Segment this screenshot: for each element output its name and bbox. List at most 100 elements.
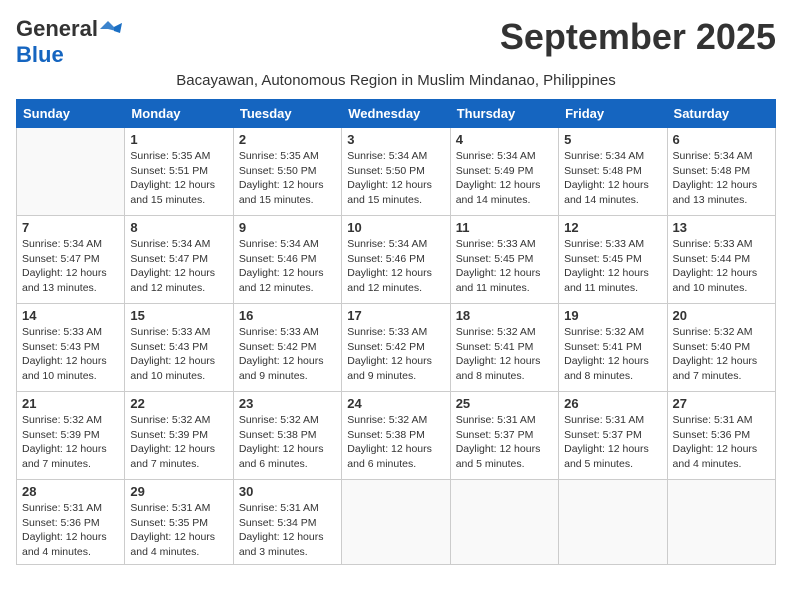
calendar-cell: 14 Sunrise: 5:33 AM Sunset: 5:43 PM Dayli… — [17, 304, 125, 392]
calendar-cell: 28 Sunrise: 5:31 AM Sunset: 5:36 PM Dayli… — [17, 480, 125, 565]
day-info: Sunrise: 5:32 AM Sunset: 5:40 PM Dayligh… — [673, 325, 770, 384]
calendar-cell: 8 Sunrise: 5:34 AM Sunset: 5:47 PM Daylig… — [125, 216, 233, 304]
day-number: 4 — [456, 132, 553, 147]
day-number: 10 — [347, 220, 444, 235]
calendar-cell: 24 Sunrise: 5:32 AM Sunset: 5:38 PM Dayli… — [342, 392, 450, 480]
logo-bird-icon — [100, 21, 122, 37]
day-number: 24 — [347, 396, 444, 411]
day-info: Sunrise: 5:31 AM Sunset: 5:35 PM Dayligh… — [130, 501, 227, 560]
day-number: 3 — [347, 132, 444, 147]
day-info: Sunrise: 5:31 AM Sunset: 5:36 PM Dayligh… — [22, 501, 119, 560]
day-number: 13 — [673, 220, 770, 235]
day-number: 12 — [564, 220, 661, 235]
day-info: Sunrise: 5:33 AM Sunset: 5:45 PM Dayligh… — [456, 237, 553, 296]
day-info: Sunrise: 5:31 AM Sunset: 5:36 PM Dayligh… — [673, 413, 770, 472]
day-info: Sunrise: 5:32 AM Sunset: 5:38 PM Dayligh… — [239, 413, 336, 472]
day-info: Sunrise: 5:34 AM Sunset: 5:47 PM Dayligh… — [130, 237, 227, 296]
day-info: Sunrise: 5:33 AM Sunset: 5:43 PM Dayligh… — [22, 325, 119, 384]
calendar-cell: 3 Sunrise: 5:34 AM Sunset: 5:50 PM Daylig… — [342, 128, 450, 216]
column-header-thursday: Thursday — [450, 100, 558, 128]
day-number: 28 — [22, 484, 119, 499]
column-header-monday: Monday — [125, 100, 233, 128]
day-number: 25 — [456, 396, 553, 411]
day-number: 18 — [456, 308, 553, 323]
day-info: Sunrise: 5:34 AM Sunset: 5:46 PM Dayligh… — [347, 237, 444, 296]
day-number: 30 — [239, 484, 336, 499]
calendar-cell: 23 Sunrise: 5:32 AM Sunset: 5:38 PM Dayli… — [233, 392, 341, 480]
calendar-cell — [667, 480, 775, 565]
calendar-cell: 29 Sunrise: 5:31 AM Sunset: 5:35 PM Dayli… — [125, 480, 233, 565]
day-number: 1 — [130, 132, 227, 147]
day-info: Sunrise: 5:34 AM Sunset: 5:46 PM Dayligh… — [239, 237, 336, 296]
day-info: Sunrise: 5:32 AM Sunset: 5:39 PM Dayligh… — [130, 413, 227, 472]
day-number: 7 — [22, 220, 119, 235]
calendar-cell: 26Sunrise: 5:31 AM Sunset: 5:37 PM Dayli… — [559, 392, 667, 480]
calendar-cell — [559, 480, 667, 565]
day-number: 17 — [347, 308, 444, 323]
day-info: Sunrise: 5:34 AM Sunset: 5:48 PM Dayligh… — [673, 149, 770, 208]
column-header-wednesday: Wednesday — [342, 100, 450, 128]
day-info: Sunrise: 5:32 AM Sunset: 5:38 PM Dayligh… — [347, 413, 444, 472]
month-title: September 2025 — [500, 16, 776, 58]
day-info: Sunrise: 5:34 AM Sunset: 5:49 PM Dayligh… — [456, 149, 553, 208]
day-info: Sunrise: 5:31 AM Sunset: 5:37 PM Dayligh… — [456, 413, 553, 472]
logo-general: General — [16, 16, 98, 42]
day-info: Sunrise: 5:33 AM Sunset: 5:42 PM Dayligh… — [239, 325, 336, 384]
day-number: 15 — [130, 308, 227, 323]
calendar-cell: 18 Sunrise: 5:32 AM Sunset: 5:41 PM Dayli… — [450, 304, 558, 392]
day-info: Sunrise: 5:32 AM Sunset: 5:41 PM Dayligh… — [564, 325, 661, 384]
logo: General Blue — [16, 16, 122, 68]
column-header-saturday: Saturday — [667, 100, 775, 128]
day-number: 2 — [239, 132, 336, 147]
calendar-cell: 27 Sunrise: 5:31 AM Sunset: 5:36 PM Dayli… — [667, 392, 775, 480]
day-number: 20 — [673, 308, 770, 323]
day-info: Sunrise: 5:33 AM Sunset: 5:42 PM Dayligh… — [347, 325, 444, 384]
calendar-cell: 11 Sunrise: 5:33 AM Sunset: 5:45 PM Dayli… — [450, 216, 558, 304]
day-info: Sunrise: 5:33 AM Sunset: 5:45 PM Dayligh… — [564, 237, 661, 296]
calendar-cell: 22 Sunrise: 5:32 AM Sunset: 5:39 PM Dayli… — [125, 392, 233, 480]
day-number: 29 — [130, 484, 227, 499]
day-number: 5 — [564, 132, 661, 147]
day-number: 27 — [673, 396, 770, 411]
calendar-cell: 13 Sunrise: 5:33 AM Sunset: 5:44 PM Dayli… — [667, 216, 775, 304]
day-info: Sunrise: 5:31 AM Sunset: 5:37 PM Dayligh… — [564, 413, 661, 472]
day-info: Sunrise: 5:33 AM Sunset: 5:44 PM Dayligh… — [673, 237, 770, 296]
day-info: Sunrise: 5:33 AM Sunset: 5:43 PM Dayligh… — [130, 325, 227, 384]
calendar-cell — [342, 480, 450, 565]
day-info: Sunrise: 5:32 AM Sunset: 5:41 PM Dayligh… — [456, 325, 553, 384]
calendar-cell: 10 Sunrise: 5:34 AM Sunset: 5:46 PM Dayli… — [342, 216, 450, 304]
day-number: 11 — [456, 220, 553, 235]
day-info: Sunrise: 5:34 AM Sunset: 5:50 PM Dayligh… — [347, 149, 444, 208]
day-number: 23 — [239, 396, 336, 411]
day-number: 8 — [130, 220, 227, 235]
calendar-cell: 4 Sunrise: 5:34 AM Sunset: 5:49 PM Daylig… — [450, 128, 558, 216]
day-info: Sunrise: 5:34 AM Sunset: 5:48 PM Dayligh… — [564, 149, 661, 208]
day-number: 6 — [673, 132, 770, 147]
calendar-cell: 15 Sunrise: 5:33 AM Sunset: 5:43 PM Dayli… — [125, 304, 233, 392]
day-info: Sunrise: 5:35 AM Sunset: 5:51 PM Dayligh… — [130, 149, 227, 208]
column-header-friday: Friday — [559, 100, 667, 128]
calendar-cell: 5 Sunrise: 5:34 AM Sunset: 5:48 PM Daylig… — [559, 128, 667, 216]
calendar-cell — [450, 480, 558, 565]
calendar-cell: 19 Sunrise: 5:32 AM Sunset: 5:41 PM Dayli… — [559, 304, 667, 392]
day-info: Sunrise: 5:31 AM Sunset: 5:34 PM Dayligh… — [239, 501, 336, 560]
calendar-cell: 9 Sunrise: 5:34 AM Sunset: 5:46 PM Daylig… — [233, 216, 341, 304]
day-info: Sunrise: 5:34 AM Sunset: 5:47 PM Dayligh… — [22, 237, 119, 296]
calendar-cell: 12 Sunrise: 5:33 AM Sunset: 5:45 PM Dayli… — [559, 216, 667, 304]
calendar-cell: 16Sunrise: 5:33 AM Sunset: 5:42 PM Dayli… — [233, 304, 341, 392]
calendar-cell: 25 Sunrise: 5:31 AM Sunset: 5:37 PM Dayli… — [450, 392, 558, 480]
day-info: Sunrise: 5:35 AM Sunset: 5:50 PM Dayligh… — [239, 149, 336, 208]
calendar-cell — [17, 128, 125, 216]
calendar-cell: 21Sunrise: 5:32 AM Sunset: 5:39 PM Dayli… — [17, 392, 125, 480]
day-number: 14 — [22, 308, 119, 323]
day-number: 9 — [239, 220, 336, 235]
calendar-cell: 7 Sunrise: 5:34 AM Sunset: 5:47 PM Daylig… — [17, 216, 125, 304]
day-number: 19 — [564, 308, 661, 323]
day-number: 22 — [130, 396, 227, 411]
column-header-sunday: Sunday — [17, 100, 125, 128]
calendar-cell: 6 Sunrise: 5:34 AM Sunset: 5:48 PM Daylig… — [667, 128, 775, 216]
day-number: 21 — [22, 396, 119, 411]
calendar-cell: 30 Sunrise: 5:31 AM Sunset: 5:34 PM Dayli… — [233, 480, 341, 565]
column-header-tuesday: Tuesday — [233, 100, 341, 128]
calendar-cell: 20 Sunrise: 5:32 AM Sunset: 5:40 PM Dayli… — [667, 304, 775, 392]
